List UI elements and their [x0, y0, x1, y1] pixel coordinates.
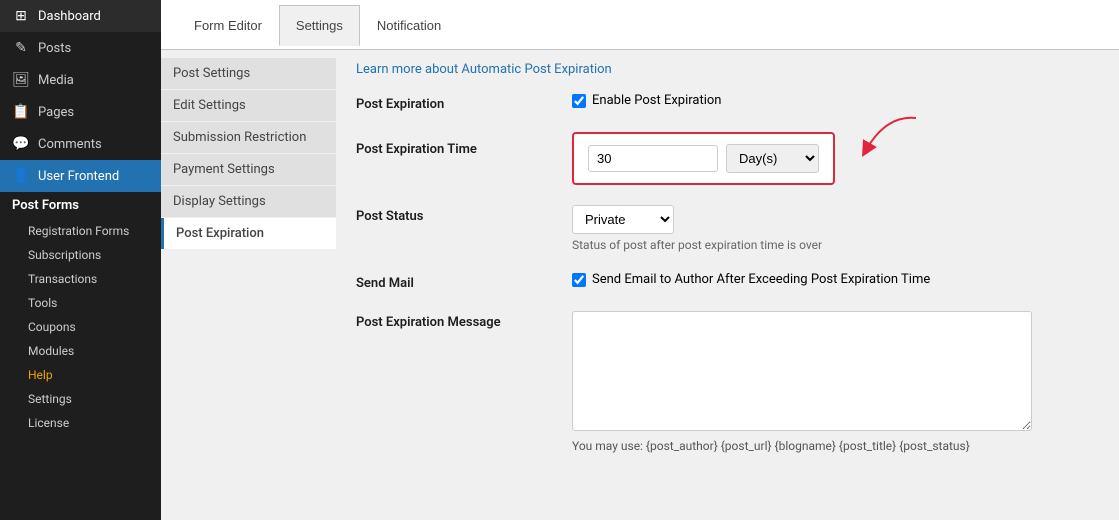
sidebar-item-registration-forms[interactable]: Registration Forms [0, 219, 161, 243]
send-mail-row: Send Mail Send Email to Author After Exc… [356, 272, 1099, 291]
post-status-control: Private Draft Pending Publish Status of … [572, 205, 1099, 252]
post-expiration-message-label: Post Expiration Message [356, 311, 556, 330]
post-status-row: Post Status Private Draft Pending Publis… [356, 205, 1099, 252]
post-forms-group-label: Post Forms [0, 192, 161, 219]
send-mail-checkbox-label[interactable]: Send Email to Author After Exceeding Pos… [592, 272, 930, 287]
sidebar-item-tools[interactable]: Tools [0, 291, 161, 315]
post-status-select[interactable]: Private Draft Pending Publish [572, 205, 674, 234]
sidebar-item-license[interactable]: License [0, 411, 161, 435]
post-status-label: Post Status [356, 205, 556, 224]
left-nav-edit-settings[interactable]: Edit Settings [161, 90, 336, 121]
variables-hint: You may use: {post_author} {post_url} {b… [572, 439, 1099, 453]
pages-icon: 📋 [12, 104, 30, 120]
tab-form-editor[interactable]: Form Editor [177, 5, 279, 45]
sidebar-item-dashboard[interactable]: ⊞ Dashboard [0, 0, 161, 32]
expiration-time-input[interactable] [588, 145, 718, 172]
sidebar-item-pages[interactable]: 📋 Pages [0, 96, 161, 128]
tab-notification[interactable]: Notification [360, 5, 458, 45]
sidebar-item-subscriptions[interactable]: Subscriptions [0, 243, 161, 267]
sidebar-item-transactions[interactable]: Transactions [0, 267, 161, 291]
left-nav-post-settings[interactable]: Post Settings [161, 58, 336, 89]
enable-post-expiration-checkbox[interactable] [572, 94, 586, 108]
send-mail-checkbox-row: Send Email to Author After Exceeding Pos… [572, 272, 1099, 287]
post-status-help: Status of post after post expiration tim… [572, 238, 1099, 252]
sidebar-item-comments[interactable]: 💬 Comments [0, 128, 161, 160]
sidebar-item-posts[interactable]: ✎ Posts [0, 32, 161, 64]
left-nav-display-settings[interactable]: Display Settings [161, 186, 336, 217]
left-nav: Post Settings Edit Settings Submission R… [161, 50, 336, 520]
send-mail-label: Send Mail [356, 272, 556, 291]
post-expiration-message-control: You may use: {post_author} {post_url} {b… [572, 311, 1099, 453]
expiration-time-box: Day(s) Hour(s) Minute(s) [572, 132, 835, 185]
right-panel: Learn more about Automatic Post Expirati… [336, 50, 1119, 520]
post-expiration-time-row: Post Expiration Time Day(s) Hour(s) Minu… [356, 132, 1099, 185]
tab-settings[interactable]: Settings [279, 5, 360, 46]
sidebar-item-settings[interactable]: Settings [0, 387, 161, 411]
left-nav-submission-restriction[interactable]: Submission Restriction [161, 122, 336, 153]
left-nav-post-expiration[interactable]: Post Expiration [161, 218, 336, 249]
dashboard-icon: ⊞ [12, 8, 30, 24]
sidebar-item-coupons[interactable]: Coupons [0, 315, 161, 339]
media-icon: 🖼 [12, 72, 30, 88]
post-expiration-message-row: Post Expiration Message You may use: {po… [356, 311, 1099, 453]
post-expiration-time-label: Post Expiration Time [356, 132, 556, 157]
arrow-annotation [846, 110, 936, 170]
send-mail-checkbox[interactable] [572, 273, 586, 287]
sidebar-item-modules[interactable]: Modules [0, 339, 161, 363]
enable-post-expiration-row: Enable Post Expiration [572, 93, 1099, 108]
sidebar-item-user-frontend[interactable]: 👤 User Frontend [0, 160, 161, 192]
left-nav-payment-settings[interactable]: Payment Settings [161, 154, 336, 185]
post-expiration-time-control: Day(s) Hour(s) Minute(s) [572, 132, 1099, 185]
post-expiration-message-textarea[interactable] [572, 311, 1032, 431]
learn-more-link[interactable]: Learn more about Automatic Post Expirati… [356, 62, 1099, 77]
post-expiration-control: Enable Post Expiration [572, 93, 1099, 108]
content-area: Post Settings Edit Settings Submission R… [161, 50, 1119, 520]
sidebar-item-media[interactable]: 🖼 Media [0, 64, 161, 96]
post-expiration-label: Post Expiration [356, 93, 556, 112]
main-content: Form Editor Settings Notification Post S… [161, 0, 1119, 520]
comments-icon: 💬 [12, 136, 30, 152]
post-expiration-row: Post Expiration Enable Post Expiration [356, 93, 1099, 112]
expiration-unit-select[interactable]: Day(s) Hour(s) Minute(s) [726, 144, 819, 173]
sidebar: ⊞ Dashboard ✎ Posts 🖼 Media 📋 Pages 💬 Co… [0, 0, 161, 520]
posts-icon: ✎ [12, 40, 30, 56]
sidebar-item-help[interactable]: Help [0, 363, 161, 387]
top-tabs: Form Editor Settings Notification [161, 0, 1119, 50]
user-frontend-icon: 👤 [12, 168, 30, 184]
enable-post-expiration-label[interactable]: Enable Post Expiration [592, 93, 721, 108]
send-mail-control: Send Email to Author After Exceeding Pos… [572, 272, 1099, 287]
